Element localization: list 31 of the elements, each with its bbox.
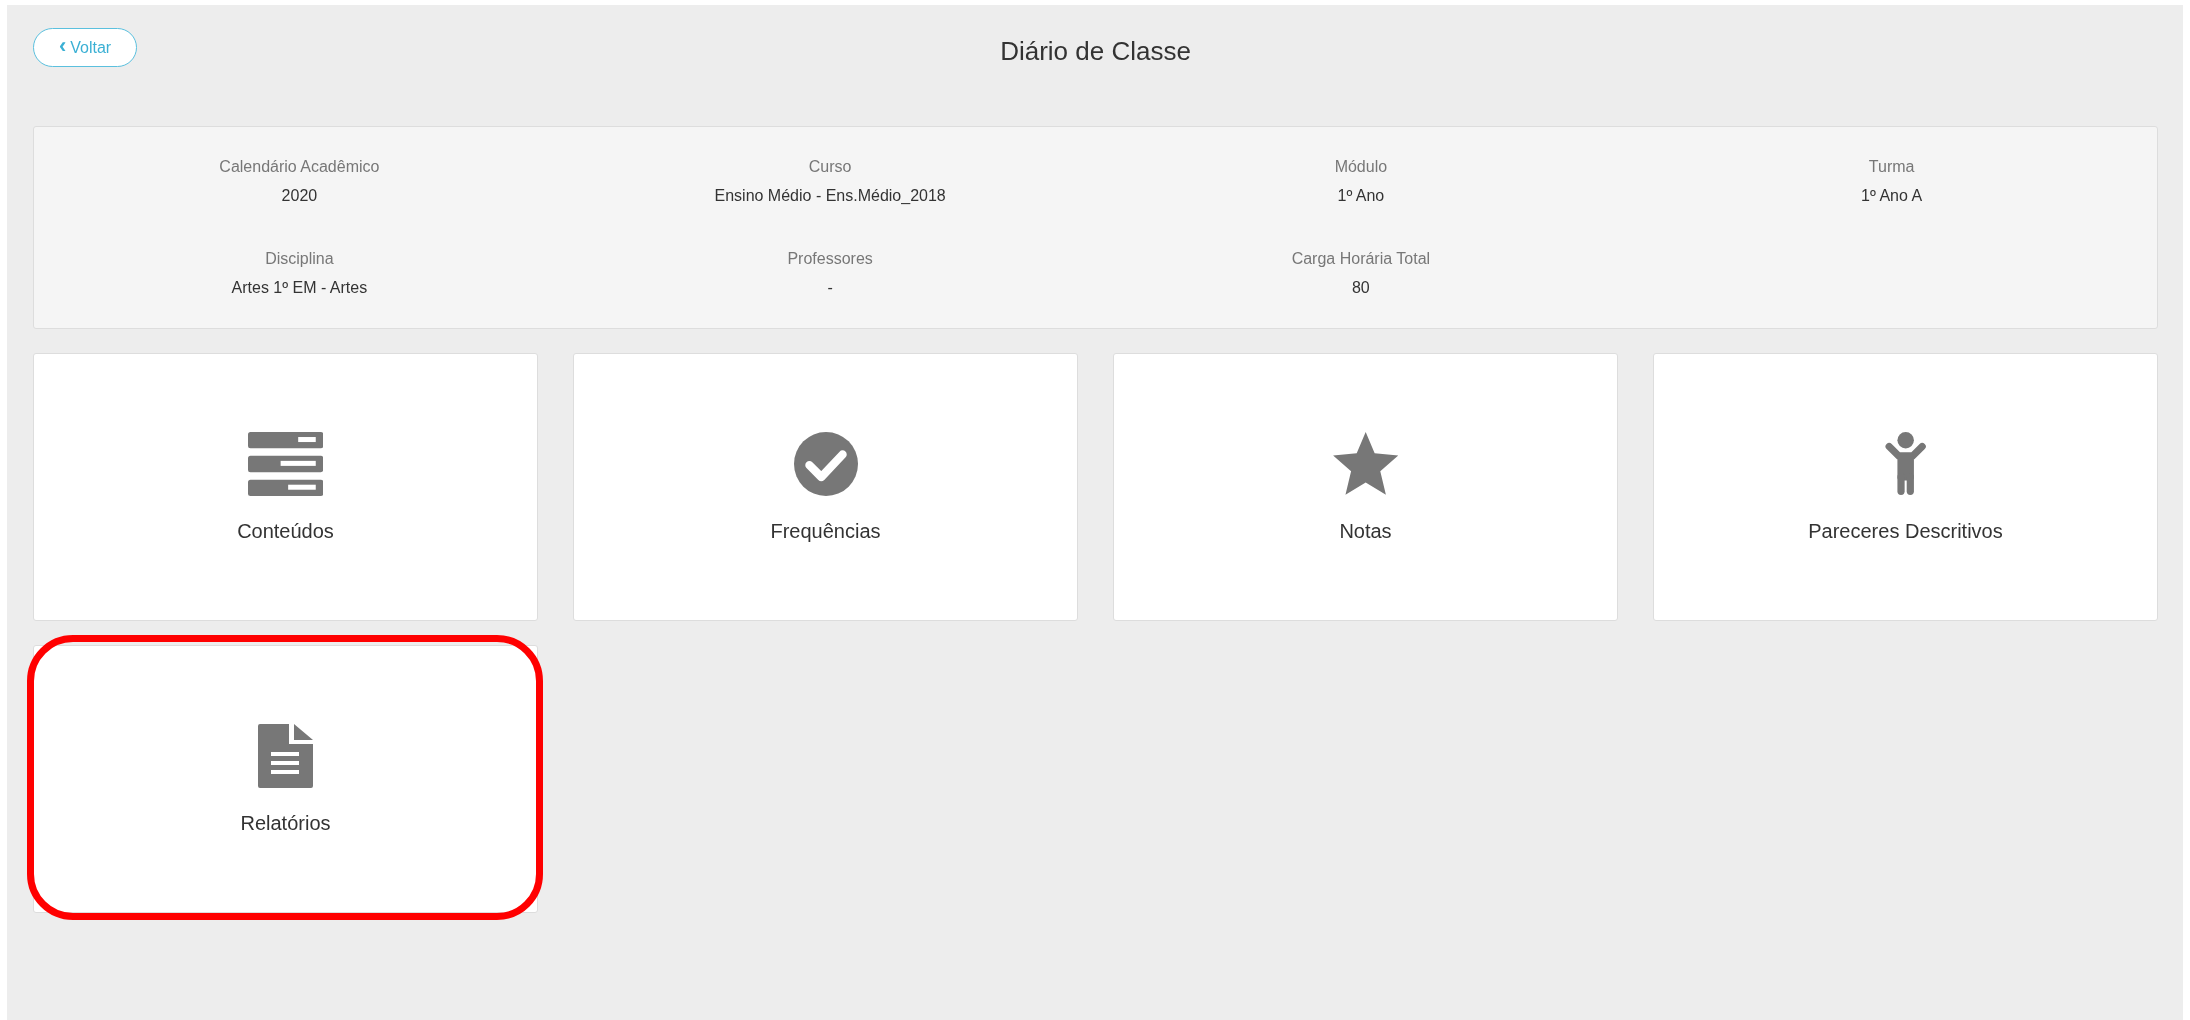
field-label: Curso [807, 157, 853, 177]
field-label: Professores [786, 249, 874, 269]
card-label: Conteúdos [237, 519, 334, 543]
field-label: Módulo [1333, 157, 1389, 177]
field-label: Disciplina [264, 249, 335, 269]
field-value: 1º Ano [1336, 186, 1386, 206]
check-circle-icon [793, 431, 858, 496]
menu-card[interactable]: Notas [1113, 353, 1618, 621]
field-value: Ensino Médio - Ens.Médio_2018 [713, 186, 947, 206]
card-label: Notas [1339, 519, 1392, 543]
chevron-left-icon: ‹ [58, 35, 67, 57]
card-label: Relatórios [240, 811, 331, 835]
menu-card[interactable]: Conteúdos [33, 353, 538, 621]
card-label: Pareceres Descritivos [1808, 519, 2003, 543]
field-value: 80 [1350, 278, 1371, 298]
card-label: Frequências [770, 519, 881, 543]
field-value: 2020 [280, 186, 319, 206]
field-label: Carga Horária Total [1290, 249, 1432, 269]
menu-card[interactable]: Relatórios [33, 645, 538, 913]
field-value: 1º Ano A [1860, 186, 1924, 206]
field-value: - [826, 278, 834, 298]
list-icon [247, 431, 324, 496]
menu-card[interactable]: Frequências [573, 353, 1078, 621]
field-value: Artes 1º EM - Artes [230, 278, 369, 298]
menu-card[interactable]: Pareceres Descritivos [1653, 353, 2158, 621]
document-icon [258, 723, 313, 788]
field-label: Calendário Acadêmico [218, 157, 381, 177]
field-label: Turma [1867, 157, 1916, 177]
star-icon [1331, 431, 1400, 496]
person-icon [1883, 431, 1928, 496]
page-title: Diário de Classe [999, 36, 1192, 67]
